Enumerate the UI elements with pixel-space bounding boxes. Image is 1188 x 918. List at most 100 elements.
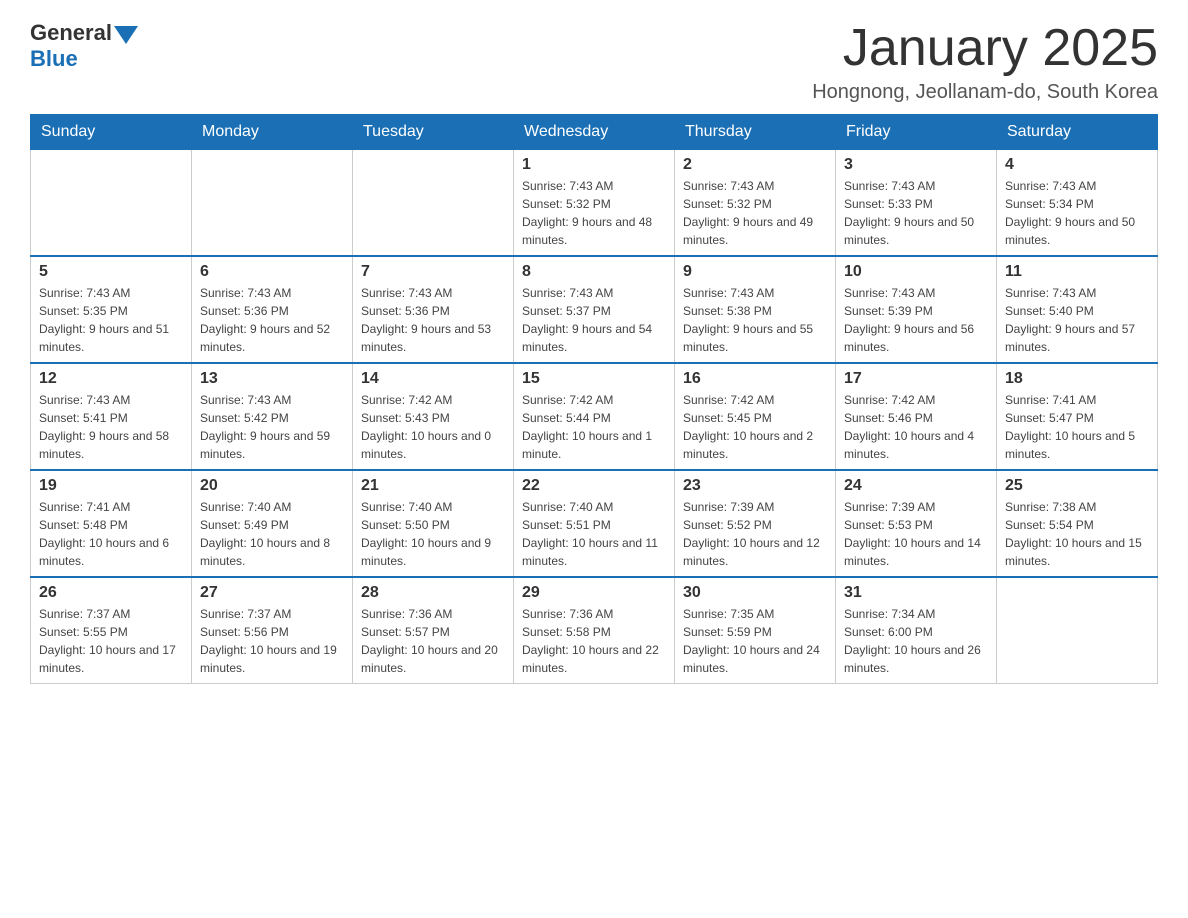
weekday-header-wednesday: Wednesday [514,115,675,150]
day-number: 10 [844,263,988,281]
calendar-cell: 16 Sunrise: 7:42 AM Sunset: 5:45 PM Dayli… [675,363,836,470]
calendar-table: SundayMondayTuesdayWednesdayThursdayFrid… [30,114,1158,684]
calendar-cell: 22Sunrise: 7:40 AM Sunset: 5:51 PM Dayli… [514,470,675,577]
calendar-cell [353,150,514,257]
calendar-cell: 8Sunrise: 7:43 AM Sunset: 5:37 PM Daylig… [514,256,675,363]
page-header: General Blue January 2025 Hongnong, Jeol… [30,20,1158,104]
day-info: Sunrise: 7:43 AM Sunset: 5:36 PM Dayligh… [361,284,505,356]
calendar-cell: 13 Sunrise: 7:43 AM Sunset: 5:42 PM Dayli… [192,363,353,470]
day-info: Sunrise: 7:37 AM Sunset: 5:55 PM Dayligh… [39,605,183,677]
day-number: 3 [844,156,988,174]
calendar-cell: 14Sunrise: 7:42 AM Sunset: 5:43 PM Dayli… [353,363,514,470]
calendar-cell: 18 Sunrise: 7:41 AM Sunset: 5:47 PM Dayli… [997,363,1158,470]
day-number: 30 [683,584,827,602]
day-info: Sunrise: 7:41 AM Sunset: 5:48 PM Dayligh… [39,498,183,570]
calendar-cell: 15Sunrise: 7:42 AM Sunset: 5:44 PM Dayli… [514,363,675,470]
day-number: 29 [522,584,666,602]
calendar-cell: 20Sunrise: 7:40 AM Sunset: 5:49 PM Dayli… [192,470,353,577]
day-info: Sunrise: 7:43 AM Sunset: 5:38 PM Dayligh… [683,284,827,356]
calendar-week-row: 5Sunrise: 7:43 AM Sunset: 5:35 PM Daylig… [31,256,1158,363]
calendar-cell: 4 Sunrise: 7:43 AM Sunset: 5:34 PM Daylig… [997,150,1158,257]
weekday-header-thursday: Thursday [675,115,836,150]
day-number: 24 [844,477,988,495]
day-info: Sunrise: 7:43 AM Sunset: 5:33 PM Dayligh… [844,177,988,249]
logo: General Blue [30,20,138,72]
calendar-week-row: 19 Sunrise: 7:41 AM Sunset: 5:48 PM Dayli… [31,470,1158,577]
day-number: 14 [361,370,505,388]
calendar-cell: 30 Sunrise: 7:35 AM Sunset: 5:59 PM Dayli… [675,577,836,684]
calendar-week-row: 12 Sunrise: 7:43 AM Sunset: 5:41 PM Dayli… [31,363,1158,470]
day-number: 8 [522,263,666,281]
day-number: 23 [683,477,827,495]
day-info: Sunrise: 7:43 AM Sunset: 5:32 PM Dayligh… [683,177,827,249]
calendar-cell [997,577,1158,684]
calendar-cell: 7 Sunrise: 7:43 AM Sunset: 5:36 PM Daylig… [353,256,514,363]
day-number: 26 [39,584,183,602]
calendar-cell [31,150,192,257]
day-number: 1 [522,156,666,174]
day-info: Sunrise: 7:43 AM Sunset: 5:32 PM Dayligh… [522,177,666,249]
day-number: 5 [39,263,183,281]
calendar-cell: 17 Sunrise: 7:42 AM Sunset: 5:46 PM Dayli… [836,363,997,470]
title-section: January 2025 Hongnong, Jeollanam-do, Sou… [812,20,1158,104]
calendar-cell: 10 Sunrise: 7:43 AM Sunset: 5:39 PM Dayli… [836,256,997,363]
day-info: Sunrise: 7:40 AM Sunset: 5:50 PM Dayligh… [361,498,505,570]
day-info: Sunrise: 7:35 AM Sunset: 5:59 PM Dayligh… [683,605,827,677]
calendar-cell: 21 Sunrise: 7:40 AM Sunset: 5:50 PM Dayli… [353,470,514,577]
day-number: 18 [1005,370,1149,388]
day-info: Sunrise: 7:38 AM Sunset: 5:54 PM Dayligh… [1005,498,1149,570]
calendar-cell: 2 Sunrise: 7:43 AM Sunset: 5:32 PM Daylig… [675,150,836,257]
weekday-header-sunday: Sunday [31,115,192,150]
calendar-cell: 23 Sunrise: 7:39 AM Sunset: 5:52 PM Dayli… [675,470,836,577]
day-info: Sunrise: 7:36 AM Sunset: 5:57 PM Dayligh… [361,605,505,677]
day-info: Sunrise: 7:41 AM Sunset: 5:47 PM Dayligh… [1005,391,1149,463]
day-info: Sunrise: 7:36 AM Sunset: 5:58 PM Dayligh… [522,605,666,677]
calendar-cell: 6 Sunrise: 7:43 AM Sunset: 5:36 PM Daylig… [192,256,353,363]
day-number: 7 [361,263,505,281]
day-info: Sunrise: 7:43 AM Sunset: 5:41 PM Dayligh… [39,391,183,463]
day-number: 31 [844,584,988,602]
weekday-header-tuesday: Tuesday [353,115,514,150]
day-info: Sunrise: 7:40 AM Sunset: 5:51 PM Dayligh… [522,498,666,570]
calendar-cell: 26 Sunrise: 7:37 AM Sunset: 5:55 PM Dayli… [31,577,192,684]
calendar-cell: 9Sunrise: 7:43 AM Sunset: 5:38 PM Daylig… [675,256,836,363]
day-info: Sunrise: 7:34 AM Sunset: 6:00 PM Dayligh… [844,605,988,677]
day-number: 13 [200,370,344,388]
day-info: Sunrise: 7:42 AM Sunset: 5:45 PM Dayligh… [683,391,827,463]
day-info: Sunrise: 7:39 AM Sunset: 5:53 PM Dayligh… [844,498,988,570]
calendar-cell: 11Sunrise: 7:43 AM Sunset: 5:40 PM Dayli… [997,256,1158,363]
calendar-cell: 19 Sunrise: 7:41 AM Sunset: 5:48 PM Dayli… [31,470,192,577]
day-number: 6 [200,263,344,281]
day-number: 27 [200,584,344,602]
day-number: 19 [39,477,183,495]
logo-blue-text: Blue [30,46,138,72]
day-info: Sunrise: 7:43 AM Sunset: 5:39 PM Dayligh… [844,284,988,356]
calendar-week-row: 1 Sunrise: 7:43 AM Sunset: 5:32 PM Daylig… [31,150,1158,257]
day-info: Sunrise: 7:40 AM Sunset: 5:49 PM Dayligh… [200,498,344,570]
day-number: 12 [39,370,183,388]
calendar-title: January 2025 [812,20,1158,77]
weekday-header-saturday: Saturday [997,115,1158,150]
day-info: Sunrise: 7:43 AM Sunset: 5:42 PM Dayligh… [200,391,344,463]
calendar-cell: 5Sunrise: 7:43 AM Sunset: 5:35 PM Daylig… [31,256,192,363]
logo-triangle-icon [114,26,138,44]
calendar-cell: 1 Sunrise: 7:43 AM Sunset: 5:32 PM Daylig… [514,150,675,257]
day-number: 25 [1005,477,1149,495]
calendar-cell: 29 Sunrise: 7:36 AM Sunset: 5:58 PM Dayli… [514,577,675,684]
day-info: Sunrise: 7:39 AM Sunset: 5:52 PM Dayligh… [683,498,827,570]
day-number: 11 [1005,263,1149,281]
calendar-cell: 25 Sunrise: 7:38 AM Sunset: 5:54 PM Dayli… [997,470,1158,577]
calendar-cell: 27 Sunrise: 7:37 AM Sunset: 5:56 PM Dayli… [192,577,353,684]
day-info: Sunrise: 7:42 AM Sunset: 5:46 PM Dayligh… [844,391,988,463]
day-info: Sunrise: 7:42 AM Sunset: 5:44 PM Dayligh… [522,391,666,463]
day-info: Sunrise: 7:43 AM Sunset: 5:34 PM Dayligh… [1005,177,1149,249]
day-number: 16 [683,370,827,388]
calendar-cell: 3 Sunrise: 7:43 AM Sunset: 5:33 PM Daylig… [836,150,997,257]
day-info: Sunrise: 7:43 AM Sunset: 5:36 PM Dayligh… [200,284,344,356]
day-number: 4 [1005,156,1149,174]
day-number: 17 [844,370,988,388]
calendar-week-row: 26 Sunrise: 7:37 AM Sunset: 5:55 PM Dayli… [31,577,1158,684]
day-info: Sunrise: 7:37 AM Sunset: 5:56 PM Dayligh… [200,605,344,677]
day-number: 2 [683,156,827,174]
day-number: 21 [361,477,505,495]
